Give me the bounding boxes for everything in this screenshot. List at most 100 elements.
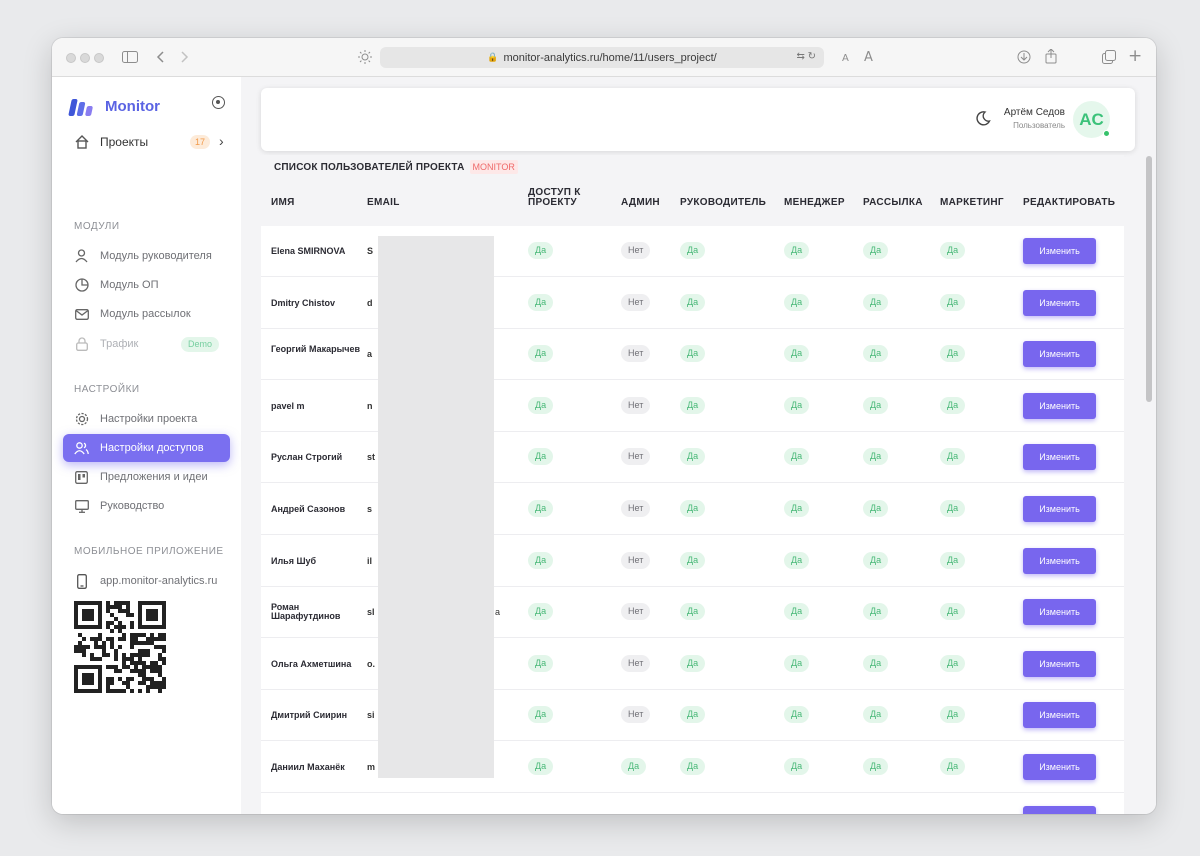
online-status-dot (1103, 130, 1110, 137)
column-header-project-access: ДОСТУП К ПРОЕКТУ (528, 187, 581, 208)
edit-user-button[interactable]: Изменить (1023, 341, 1096, 367)
edit-user-button[interactable]: Изменить (1023, 651, 1096, 677)
board-icon (74, 470, 89, 485)
sidebar-item-mailing-module[interactable]: Модуль рассылок (63, 300, 230, 328)
edit-user-button[interactable]: Изменить (1023, 238, 1096, 264)
edit-user-button[interactable]: Изменить (1023, 754, 1096, 780)
cell-email: o. (367, 659, 375, 669)
phone-icon (74, 573, 89, 589)
sidebar-item-access-settings[interactable]: Настройки доступов (63, 434, 230, 462)
sidebar-item-op-module[interactable]: Модуль ОП (63, 271, 230, 299)
sidebar-toggle-icon[interactable] (122, 51, 138, 63)
address-bar[interactable]: 🔒 monitor-analytics.ru/home/11/users_pro… (380, 47, 824, 68)
cell-admin: Нет (621, 242, 651, 259)
cell-manager: Да (784, 758, 810, 775)
minimize-window-button[interactable] (80, 53, 90, 63)
text-larger-button[interactable]: A (864, 50, 873, 65)
column-header-email: EMAIL (367, 197, 400, 208)
sidebar-item-label: Проекты (100, 135, 149, 149)
edit-user-button[interactable]: Изменить (1023, 393, 1096, 419)
column-header-admin: АДМИН (621, 197, 660, 208)
cell-admin: Нет (621, 706, 651, 723)
cell-project-access: Да (528, 758, 554, 775)
dark-mode-toggle-icon[interactable] (975, 110, 991, 126)
edit-user-button[interactable]: Изменить (1023, 599, 1096, 625)
table-header: ИМЯ EMAIL ДОСТУП К ПРОЕКТУ АДМИН РУКОВОД… (261, 179, 1124, 226)
cell-user-name: Георгий Макарычев (271, 344, 361, 354)
edit-user-button[interactable]: Изменить (1023, 496, 1096, 522)
download-icon[interactable] (1017, 50, 1031, 64)
new-tab-icon[interactable]: + (1128, 48, 1142, 65)
cell-admin: Нет (621, 345, 651, 362)
column-header-mailing: РАССЫЛКА (863, 197, 923, 208)
avatar[interactable]: AC (1073, 101, 1110, 138)
cell-admin: Нет (621, 655, 651, 672)
edit-user-button[interactable]: Изменить (1023, 548, 1096, 574)
cell-project-access: Да (528, 655, 554, 672)
sidebar-item-project-settings[interactable]: Настройки проекта (63, 405, 230, 433)
share-icon[interactable] (1045, 49, 1057, 64)
sidebar-item-manager-module[interactable]: Модуль руководителя (63, 242, 230, 270)
top-header: Артём Седов Пользователь AC (261, 88, 1135, 151)
section-label-settings: НАСТРОЙКИ (74, 384, 140, 395)
cell-admin: Нет (621, 552, 651, 569)
edit-user-button[interactable]: Изменить (1023, 702, 1096, 728)
section-label-mobile: МОБИЛЬНОЕ ПРИЛОЖЕНИЕ (74, 546, 224, 557)
cell-director: Да (680, 448, 706, 465)
cell-admin: Нет (621, 294, 651, 311)
cell-manager: Да (784, 706, 810, 723)
cell-user-name: Роман Шарафутдинов (271, 602, 341, 621)
sidebar-item-guide[interactable]: Руководство (63, 492, 230, 520)
cell-email: S (367, 246, 374, 256)
text-smaller-button[interactable]: A (842, 51, 849, 66)
user-role: Пользователь (1013, 121, 1065, 130)
translate-reload-icon[interactable]: ⇆ ↻ (796, 51, 816, 62)
sidebar-item-label: Руководство (100, 500, 165, 512)
sidebar-item-label: Настройки доступов (100, 442, 204, 454)
sidebar-settings-icon[interactable] (212, 96, 225, 109)
user-name[interactable]: Артём Седов (1004, 107, 1065, 118)
cell-director: Да (680, 294, 706, 311)
zoom-window-button[interactable] (94, 53, 104, 63)
sidebar-item-mobile-app-link[interactable]: app.monitor-analytics.ru (63, 567, 230, 595)
cell-manager: Да (784, 242, 810, 259)
cell-admin: Нет (621, 397, 651, 414)
mail-icon (74, 307, 89, 322)
forward-icon[interactable] (181, 51, 189, 63)
sidebar-item-label: Модуль руководителя (100, 250, 212, 262)
cell-mailing: Да (863, 345, 889, 362)
cell-email: il (367, 556, 373, 566)
lock-icon: 🔒 (487, 52, 499, 62)
column-header-manager: МЕНЕДЖЕР (784, 197, 845, 208)
sidebar-item-traffic[interactable]: Трафик Demo (63, 330, 230, 358)
edit-user-button[interactable]: Изменить (1023, 290, 1096, 316)
cell-email-tail: a (495, 607, 501, 617)
cell-email: a (367, 349, 373, 359)
sidebar: Monitor Проекты 17 › МОДУЛИ Модуль руков… (52, 77, 241, 814)
column-header-director: РУКОВОДИТЕЛЬ (680, 197, 767, 208)
edit-user-button[interactable]: Изменить (1023, 444, 1096, 470)
back-icon[interactable] (156, 51, 164, 63)
sidebar-item-ideas[interactable]: Предложения и идеи (63, 463, 230, 491)
cell-email: sl (367, 607, 375, 617)
sidebar-item-label: Модуль рассылок (100, 308, 191, 320)
page-scrollbar[interactable] (1146, 156, 1152, 402)
monitor-icon (74, 499, 89, 514)
cell-manager: Да (784, 345, 810, 362)
cell-director: Да (680, 603, 706, 620)
cell-email: m (367, 762, 376, 772)
cell-director: Да (680, 706, 706, 723)
tabs-overview-icon[interactable] (1102, 50, 1116, 64)
cell-marketing: Да (940, 603, 966, 620)
cell-project-access: Да (528, 448, 554, 465)
gear-icon (74, 412, 89, 427)
brightness-icon[interactable] (358, 50, 372, 64)
cell-director: Да (680, 552, 706, 569)
cell-admin: Нет (621, 448, 651, 465)
sidebar-item-projects[interactable]: Проекты 17 › (63, 128, 230, 156)
close-window-button[interactable] (66, 53, 76, 63)
cell-marketing: Да (940, 448, 966, 465)
logo[interactable]: Monitor (68, 96, 160, 116)
edit-user-button[interactable] (1023, 806, 1096, 814)
cell-user-name: Руслан Строгий (271, 452, 343, 462)
